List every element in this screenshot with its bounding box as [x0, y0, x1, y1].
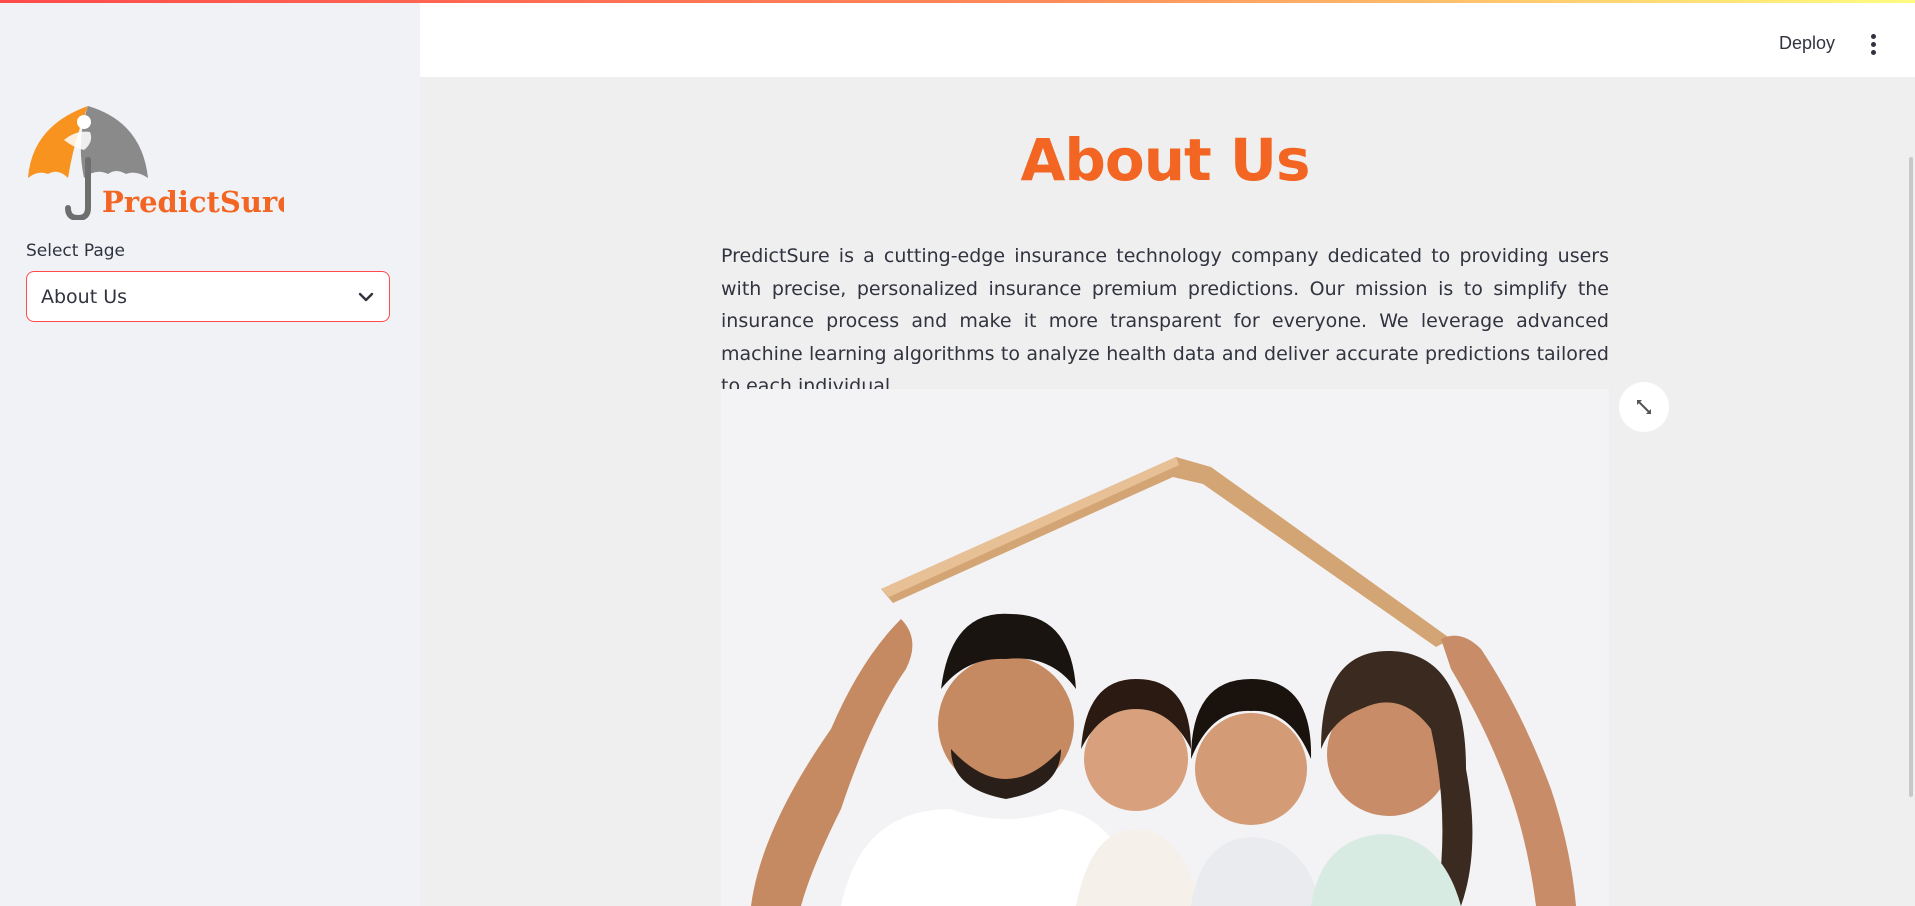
- deploy-button[interactable]: Deploy: [1779, 33, 1835, 54]
- sidebar: PredictSure Select Page About Us: [0, 0, 420, 906]
- kebab-menu-icon[interactable]: [1867, 34, 1879, 56]
- family-illustration: [751, 457, 1576, 906]
- chevron-down-icon: [358, 292, 374, 301]
- page-title: About Us: [1020, 126, 1310, 194]
- logo-text: PredictSure: [102, 185, 284, 219]
- header-decoration-bar: [0, 0, 1915, 3]
- family-house-photo: [721, 389, 1609, 906]
- expand-arrows-icon: [1637, 400, 1651, 414]
- select-page-label: Select Page: [26, 241, 126, 261]
- select-page-value: About Us: [41, 285, 128, 308]
- main-scrollbar[interactable]: [1907, 77, 1915, 906]
- app-header: Deploy: [420, 0, 1915, 77]
- about-paragraph: PredictSure is a cutting-edge insurance …: [721, 245, 1609, 397]
- fullscreen-expand-icon[interactable]: [1619, 382, 1669, 432]
- predictsure-logo: PredictSure: [28, 106, 284, 220]
- scrollbar-thumb[interactable]: [1909, 157, 1913, 797]
- page-select-dropdown[interactable]: About Us: [26, 271, 390, 322]
